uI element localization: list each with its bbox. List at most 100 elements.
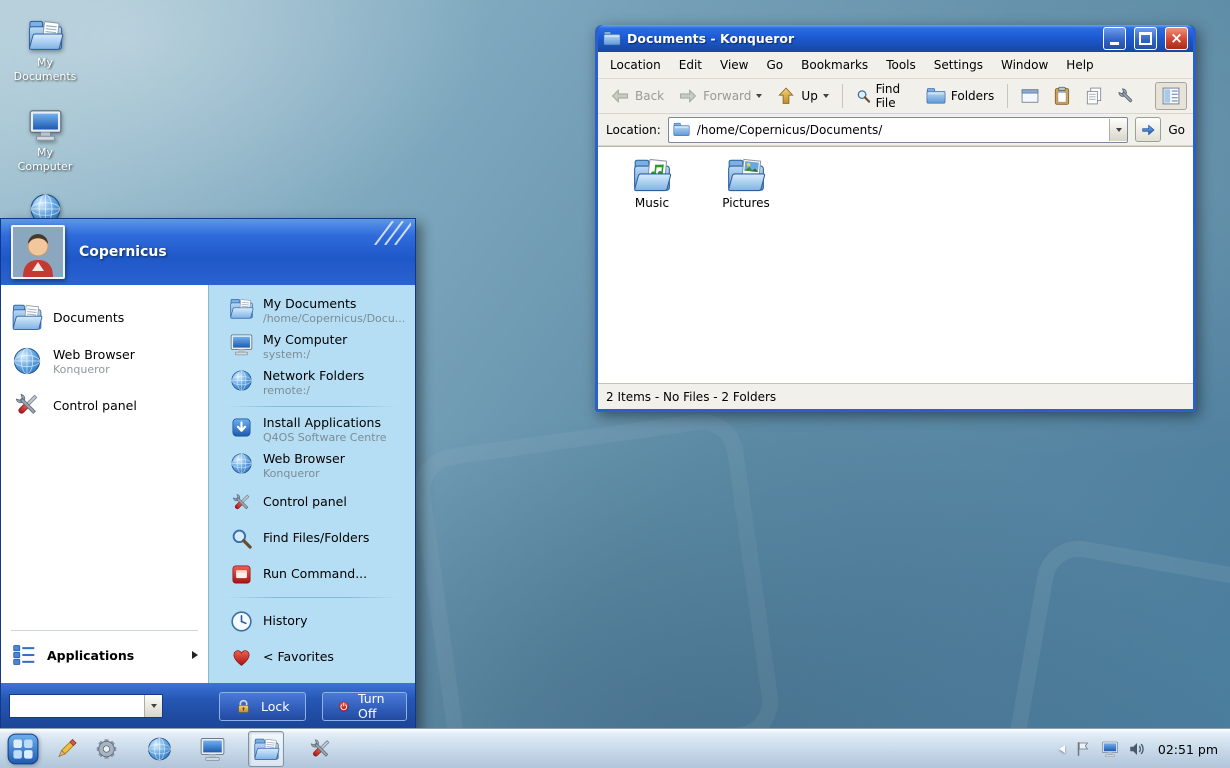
menu-item-location[interactable]: Location [602, 54, 669, 76]
magnifier-icon [856, 86, 871, 106]
start-item-documents[interactable]: Documents [1, 295, 208, 339]
item-label: Control panel [263, 494, 347, 510]
menu-separator [225, 597, 399, 598]
desktop-icon-my-computer[interactable]: My Computer [6, 108, 84, 174]
go-arrow-icon [1140, 122, 1156, 138]
start-item-web-browser[interactable]: Web Browser Konqueror [1, 339, 208, 383]
speaker-icon[interactable] [1128, 740, 1146, 758]
item-sublabel: system:/ [263, 348, 347, 362]
forward-button[interactable]: Forward [672, 83, 768, 109]
menu-item-view[interactable]: View [712, 54, 756, 76]
file-item-music[interactable]: Music [612, 157, 692, 210]
menu-item-tools[interactable]: Tools [878, 54, 924, 76]
icon-label: My Documents [13, 56, 77, 84]
system-tray: 02:51 pm [1059, 740, 1230, 758]
item-label: My Computer [263, 332, 347, 348]
minimize-button[interactable] [1103, 27, 1126, 50]
start-item-favorites[interactable]: < Favorites [209, 639, 415, 675]
globe-icon [229, 369, 254, 392]
quicklaunch-web-browser[interactable] [142, 732, 176, 766]
start-button[interactable] [0, 729, 46, 768]
start-item-control-panel[interactable]: Control panel [1, 383, 208, 427]
start-item-history[interactable]: History [209, 603, 415, 639]
turn-off-button[interactable]: Turn Off [322, 692, 407, 721]
window-titlebar[interactable]: Documents - Konqueror × [598, 25, 1193, 52]
start-menu: Copernicus Documents [0, 218, 416, 730]
back-button[interactable]: Back [604, 83, 670, 109]
lock-button[interactable]: Lock [219, 692, 306, 721]
music-folder-icon [632, 157, 672, 193]
location-input[interactable] [695, 122, 1105, 138]
item-label: Control panel [53, 398, 137, 413]
location-combobox[interactable] [668, 117, 1129, 143]
up-button[interactable]: Up [770, 83, 834, 109]
display-icon[interactable] [1101, 740, 1119, 758]
copy-button[interactable] [1079, 83, 1109, 109]
item-label: Find Files/Folders [263, 530, 369, 546]
view-mode-button[interactable] [1155, 82, 1187, 110]
start-item-network-folders[interactable]: Network Folders remote:/ [209, 365, 415, 401]
menu-item-help[interactable]: Help [1058, 54, 1101, 76]
menu-item-go[interactable]: Go [759, 54, 792, 76]
go-label[interactable]: Go [1168, 123, 1185, 137]
menu-item-edit[interactable]: Edit [671, 54, 710, 76]
start-search-combo[interactable] [9, 694, 163, 718]
quicklaunch-file-manager[interactable] [248, 731, 284, 767]
start-item-find-files[interactable]: Find Files/Folders [209, 520, 415, 556]
user-avatar[interactable] [11, 225, 65, 279]
start-item-control-panel-2[interactable]: Control panel [209, 484, 415, 520]
window-folder-icon [603, 30, 621, 47]
folder-documents-icon [229, 297, 254, 320]
turn-off-label: Turn Off [358, 691, 391, 721]
back-arrow-icon [610, 86, 630, 106]
icon-label: My Computer [13, 146, 77, 174]
start-search-input[interactable] [10, 695, 144, 717]
start-item-web-browser-2[interactable]: Web Browser Konqueror [209, 448, 415, 484]
new-window-button[interactable] [1015, 83, 1045, 109]
location-dropdown-button[interactable] [1109, 119, 1127, 141]
start-item-install-applications[interactable]: Install Applications Q4OS Software Centr… [209, 412, 415, 448]
item-label: Favorites [277, 649, 333, 664]
file-view[interactable]: Music Pictures [598, 146, 1193, 383]
adjust-button[interactable] [1111, 83, 1141, 109]
heart-icon [229, 646, 254, 669]
paste-button[interactable] [1047, 83, 1077, 109]
menu-item-bookmarks[interactable]: Bookmarks [793, 54, 876, 76]
start-item-applications[interactable]: Applications [11, 630, 198, 667]
start-item-my-documents[interactable]: My Documents /home/Copernicus/Docu... [209, 293, 415, 329]
location-label: Location: [606, 123, 661, 137]
start-item-run-command[interactable]: Run Command... [209, 556, 415, 592]
quicklaunch-editor[interactable] [49, 732, 83, 766]
quicklaunch-settings[interactable] [89, 732, 123, 766]
item-label: My Documents [263, 296, 405, 312]
find-file-button[interactable]: Find File [850, 79, 918, 113]
window-menubar: Location Edit View Go Bookmarks Tools Se… [598, 52, 1193, 79]
desktop-icon-my-documents[interactable]: My Documents [6, 18, 84, 84]
maximize-button[interactable] [1134, 27, 1157, 50]
forward-dropdown-icon[interactable] [756, 94, 762, 98]
folders-button[interactable]: Folders [920, 83, 1000, 109]
header-stripes-decoration [371, 221, 411, 245]
item-label: Install Applications [263, 415, 387, 431]
menu-item-window[interactable]: Window [993, 54, 1056, 76]
item-label: Web Browser [263, 451, 345, 467]
wallpaper-decoration [409, 409, 784, 768]
up-dropdown-icon[interactable] [823, 94, 829, 98]
start-item-my-computer[interactable]: My Computer system:/ [209, 329, 415, 365]
start-menu-right-panel: My Documents /home/Copernicus/Docu... My… [208, 285, 415, 683]
window-body: Location Edit View Go Bookmarks Tools Se… [598, 52, 1193, 409]
search-dropdown-button[interactable] [144, 695, 162, 717]
taskbar-clock[interactable]: 02:51 pm [1158, 742, 1218, 757]
item-sublabel: Q4OS Software Centre [263, 431, 387, 445]
item-sublabel: Konqueror [53, 363, 135, 376]
tray-collapse-arrow-icon[interactable] [1059, 745, 1065, 753]
menu-item-settings[interactable]: Settings [926, 54, 991, 76]
item-sublabel: /home/Copernicus/Docu... [263, 312, 405, 326]
quicklaunch-control-panel[interactable] [303, 732, 337, 766]
folder-icon [253, 736, 280, 762]
close-button[interactable]: × [1165, 27, 1188, 50]
flag-icon[interactable] [1074, 740, 1092, 758]
file-item-pictures[interactable]: Pictures [706, 157, 786, 210]
go-button[interactable] [1135, 117, 1161, 142]
quicklaunch-my-computer[interactable] [195, 732, 229, 766]
